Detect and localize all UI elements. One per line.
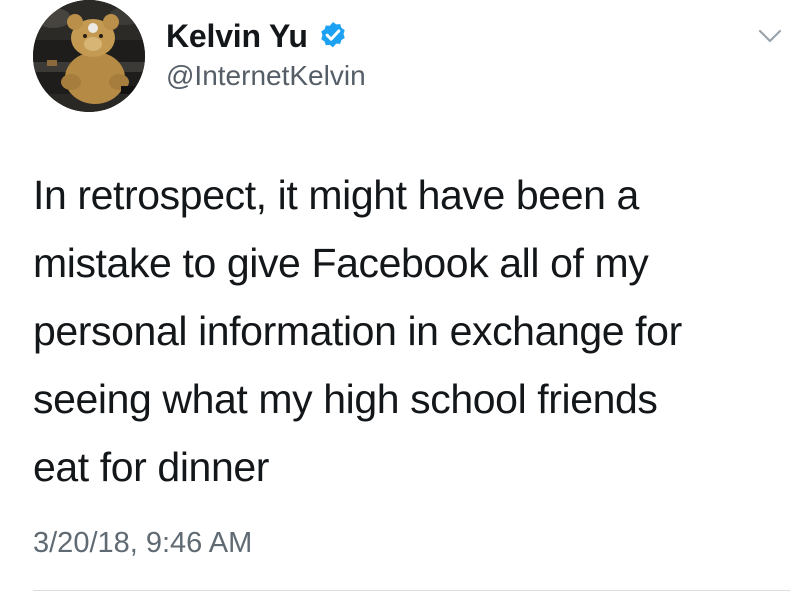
chevron-down-icon[interactable] xyxy=(758,28,782,44)
tweet-text-line: In retrospect, it might have been a xyxy=(33,172,639,218)
author-name-row: Kelvin Yu xyxy=(166,16,349,56)
teddy-bear-avatar-icon xyxy=(33,0,145,112)
tweet-text-line: mistake to give Facebook all of my xyxy=(33,240,649,286)
author-handle[interactable]: @InternetKelvin xyxy=(166,60,366,92)
tweet-timestamp[interactable]: 3/20/18, 9:46 AM xyxy=(33,527,252,560)
verified-badge-icon xyxy=(320,22,345,48)
divider xyxy=(33,590,790,591)
tweet-card: Kelvin Yu @InternetKelvin In retrospect,… xyxy=(0,0,800,593)
avatar[interactable] xyxy=(33,0,145,112)
tweet-text-line: seeing what my high school friends xyxy=(33,376,658,422)
tweet-text: In retrospect, it might have been a mist… xyxy=(33,161,778,501)
author-display-name[interactable]: Kelvin Yu xyxy=(166,18,308,55)
tweet-text-line: personal information in exchange for xyxy=(33,308,682,354)
tweet-text-line: eat for dinner xyxy=(33,444,269,490)
